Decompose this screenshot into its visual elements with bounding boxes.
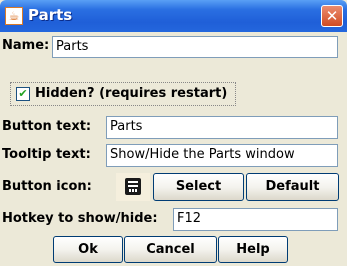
tooltip-text-label: Tooltip text: xyxy=(2,147,91,162)
button-icon-label: Button icon: xyxy=(2,179,92,194)
name-field[interactable]: Parts xyxy=(52,36,338,58)
title-bar[interactable]: ☕ Parts ✕ xyxy=(0,0,347,32)
ok-button[interactable]: Ok xyxy=(53,236,123,263)
select-icon-button[interactable]: Select xyxy=(153,173,244,201)
cancel-button[interactable]: Cancel xyxy=(124,236,217,263)
parts-icon xyxy=(125,178,141,195)
parts-dialog: ☕ Parts ✕ Name: Parts ✔ Hidden? (require… xyxy=(0,0,347,266)
close-button[interactable]: ✕ xyxy=(321,5,343,27)
default-icon-button[interactable]: Default xyxy=(246,173,339,201)
hotkey-field[interactable]: F12 xyxy=(173,208,338,231)
help-button[interactable]: Help xyxy=(218,236,288,263)
window-title: Parts xyxy=(28,6,73,24)
button-text-field[interactable]: Parts xyxy=(106,116,338,139)
hotkey-label: Hotkey to show/hide: xyxy=(2,211,158,226)
hidden-checkbox-row[interactable]: ✔ Hidden? (requires restart) xyxy=(10,82,236,106)
button-text-label: Button text: xyxy=(2,119,92,134)
name-label: Name: xyxy=(2,38,50,53)
hidden-label: Hidden? (requires restart) xyxy=(35,86,228,101)
button-icon-preview xyxy=(116,173,150,201)
app-icon: ☕ xyxy=(5,7,23,25)
tooltip-text-field[interactable]: Show/Hide the Parts window xyxy=(106,144,338,167)
hidden-checkbox[interactable]: ✔ xyxy=(16,87,30,101)
